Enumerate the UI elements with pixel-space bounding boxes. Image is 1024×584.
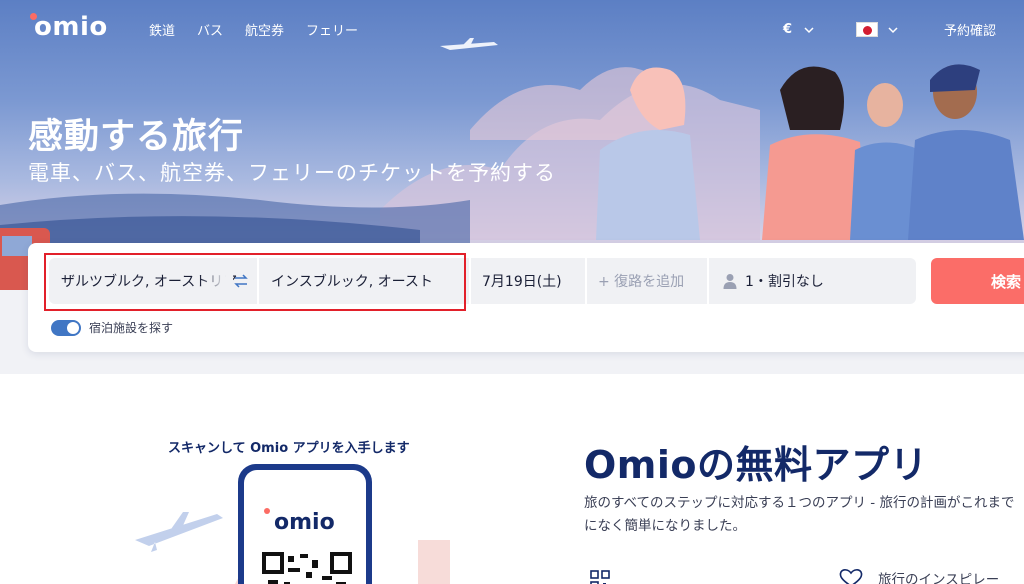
add-return-field[interactable]: + 復路を追加: [585, 258, 707, 304]
nav-link-bus[interactable]: バス: [197, 20, 223, 39]
departure-date-field[interactable]: 7月19日(土): [469, 258, 585, 304]
japan-flag-icon: [855, 22, 878, 37]
nav-links: 鉄道 バス 航空券 フェリー: [149, 20, 358, 39]
hero-subtitle: 電車、バス、航空券、フェリーのチケットを予約する: [28, 161, 556, 185]
qr-code-icon: [262, 552, 352, 584]
feature-inspiration: 旅行のインスピレー: [838, 568, 999, 584]
logo-dot: [30, 13, 37, 20]
top-nav: omio 鉄道 バス 航空券 フェリー € 予約確認: [0, 0, 1024, 60]
phone-logo-dot: [264, 508, 270, 514]
hero-title: 感動する旅行: [28, 117, 245, 157]
departure-date-value: 7月19日(土): [482, 274, 562, 290]
qr-feature-icon: [590, 570, 610, 584]
app-promo-description: 旅のすべてのステップに対応する１つのアプリ - 旅行の計画がこれまでになく簡単に…: [584, 495, 1015, 534]
phone-logo: omio: [274, 510, 335, 535]
destination-value: インスブルック, オースト: [271, 274, 433, 290]
search-fields: ザルツブルク, オーストリア インスブルック, オースト 7月19日(土) + …: [49, 258, 916, 304]
add-return-label: + 復路を追加: [598, 274, 685, 290]
phone-mockup: omio: [238, 464, 372, 584]
nav-link-ferry[interactable]: フェリー: [306, 20, 358, 39]
swap-button[interactable]: [229, 258, 253, 304]
person-icon: [723, 274, 737, 289]
booking-link[interactable]: 予約確認: [944, 20, 996, 39]
currency-symbol: €: [782, 22, 792, 37]
chevron-down-icon: [888, 26, 898, 33]
chevron-down-icon: [804, 26, 814, 33]
passengers-field[interactable]: 1・割引なし: [707, 258, 916, 304]
search-button[interactable]: 検索: [931, 258, 1024, 304]
promo-building-shape: [418, 540, 450, 584]
feature-qr: [590, 570, 610, 584]
accommodation-toggle-label: 宿泊施設を探す: [89, 321, 174, 335]
feature-inspiration-label: 旅行のインスピレー: [878, 572, 1000, 584]
app-promo-title: Omioの無料アプリ: [584, 443, 929, 487]
accommodation-toggle-row: 宿泊施設を探す: [51, 319, 173, 336]
omio-logo[interactable]: omio: [28, 12, 108, 42]
qr-caption: スキャンして Omio アプリを入手します: [168, 441, 410, 456]
currency-selector[interactable]: €: [783, 22, 814, 37]
logo-text: omio: [34, 12, 108, 42]
nav-right: € 予約確認: [783, 20, 996, 39]
nav-link-train[interactable]: 鉄道: [149, 20, 175, 39]
origin-fade: [199, 258, 233, 304]
heart-map-icon: [839, 569, 863, 584]
swap-arrows-icon: [234, 274, 248, 288]
language-selector[interactable]: [855, 22, 898, 37]
passengers-value: 1・割引なし: [745, 274, 824, 290]
search-panel: ザルツブルク, オーストリア インスブルック, オースト 7月19日(土) + …: [28, 243, 1024, 352]
destination-field[interactable]: インスブルック, オースト: [257, 258, 467, 304]
accommodation-toggle[interactable]: [51, 319, 81, 336]
nav-link-flight[interactable]: 航空券: [245, 20, 284, 39]
phone-screen: omio: [244, 470, 366, 584]
